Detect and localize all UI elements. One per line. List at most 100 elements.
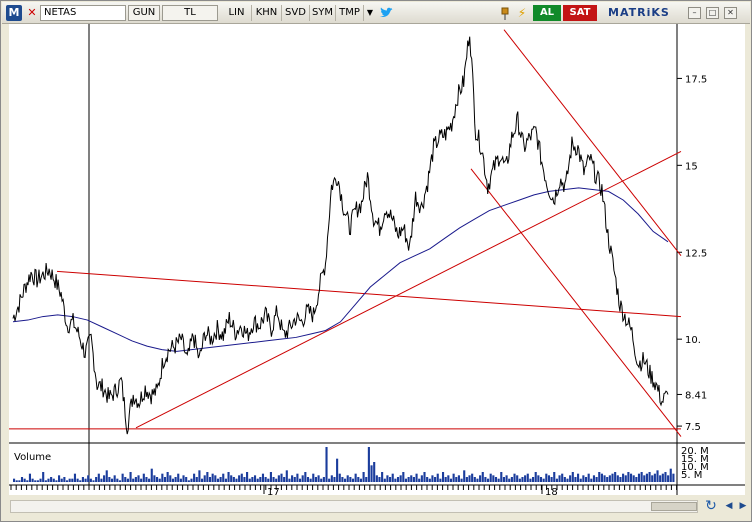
volume-label: Volume [14,452,51,463]
lightning-icon[interactable]: ⚡ [515,5,529,21]
volume-bar [494,477,498,482]
volume-bar [444,477,447,482]
volume-bar [174,477,177,482]
volume-bar [341,477,344,482]
volume-bar [383,478,386,482]
minimize-icon[interactable]: – [688,7,701,19]
price-chart[interactable]: 17.5 15 12.5 10. 8.41 7.5 Volume 20. M 15. M 10. … [9,24,745,495]
scroll-left-icon[interactable]: ◀ [722,499,736,513]
y-tick-label: 15 [685,161,698,172]
volume-bar [256,478,259,482]
svd-button[interactable]: SVD [282,5,310,21]
volume-bar [389,477,392,482]
chart-canvas[interactable]: 17.51512.510.8.417.5Volume20. M15. M10. … [9,24,745,495]
volume-bar [500,472,503,482]
volume-bar [275,478,278,482]
volume-bar [203,475,206,482]
matriks-m-logo[interactable]: M [6,5,22,21]
volume-bar [510,477,513,482]
volume-bar [521,477,524,482]
volume-bar [486,478,490,482]
volume-bar [320,478,323,482]
volume-bar [386,475,389,482]
symbol-input[interactable]: NETAS [40,5,126,21]
volume-bar [113,475,116,482]
volume-bar [20,477,24,482]
volume-bar [555,478,558,482]
scrollbar-thumb[interactable] [651,502,697,511]
volume-bar [150,468,153,482]
volume-bar [664,472,667,482]
volume-bar [449,478,453,482]
close-window-icon[interactable]: ✕ [724,7,737,19]
volume-bar [627,472,630,482]
scroll-right-icon[interactable]: ▶ [736,499,750,513]
volume-bar [44,480,47,482]
volume-bar [415,473,418,482]
volume-bar [354,473,357,482]
volume-bar [455,477,458,482]
volume-bar [39,478,42,482]
volume-bar [338,473,341,482]
volume-bar [126,478,129,482]
pin-icon[interactable] [499,6,511,20]
linear-scale-button[interactable]: LIN [222,5,252,21]
volume-bar [402,472,405,482]
volume-bar [47,478,50,482]
close-chart-icon[interactable]: ✕ [26,7,38,19]
volume-bar [667,475,670,482]
maximize-icon[interactable]: □ [706,7,719,19]
volume-bar [214,475,217,482]
sym-button[interactable]: SYM [310,5,336,21]
volume-bar [569,475,572,482]
volume-bar [537,475,540,482]
volume-bar [280,473,283,482]
volume-bar [436,473,439,482]
buy-button[interactable]: AL [533,5,561,21]
period-button[interactable]: GUN [128,5,160,21]
volume-bar [235,478,238,482]
volume-bar [502,477,505,482]
khn-button[interactable]: KHN [252,5,282,21]
volume-bar [587,473,590,482]
volume-bar [577,473,580,482]
volume-bar [558,475,561,482]
volume-bar [505,475,508,482]
volume-bar [145,477,148,482]
volume-bar [243,477,246,482]
volume-bar [251,477,254,482]
volume-bar [166,472,169,482]
volume-bar [246,472,249,482]
chart-toolbar: M ✕ NETAS GUN TL LIN KHN SVD SYM TMP ▼ ⚡… [2,2,750,24]
volume-bar [219,477,222,482]
volume-bar [590,478,593,482]
volume-bar [370,465,373,482]
volume-bar [423,472,426,482]
volume-bar [201,478,204,482]
volume-bar [142,473,145,482]
volume-tick-label: 5. M [681,470,702,481]
volume-bar [404,478,408,482]
y-tick-label: 10. [685,335,701,346]
volume-bar [283,477,286,482]
volume-bar [611,473,614,482]
chart-footer: ↻ ◀ ▶ [2,495,750,521]
volume-bar [58,475,61,482]
volume-bar [261,473,265,482]
volume-bar [661,473,664,482]
moving-average-line [12,187,669,352]
volume-bar [195,477,198,482]
volume-bar [73,473,77,482]
volume-bar [518,478,521,482]
volume-bar [23,478,26,482]
currency-button[interactable]: TL [162,5,218,21]
twitter-icon[interactable] [378,5,394,21]
sell-button[interactable]: SAT [563,5,597,21]
volume-bar [193,473,196,482]
horizontal-scrollbar[interactable] [10,500,698,513]
template-button[interactable]: TMP [336,5,364,21]
refresh-icon[interactable]: ↻ [702,497,720,515]
volume-bar [81,477,84,482]
volume-bar [84,478,87,482]
chevron-down-icon[interactable]: ▼ [364,5,376,21]
